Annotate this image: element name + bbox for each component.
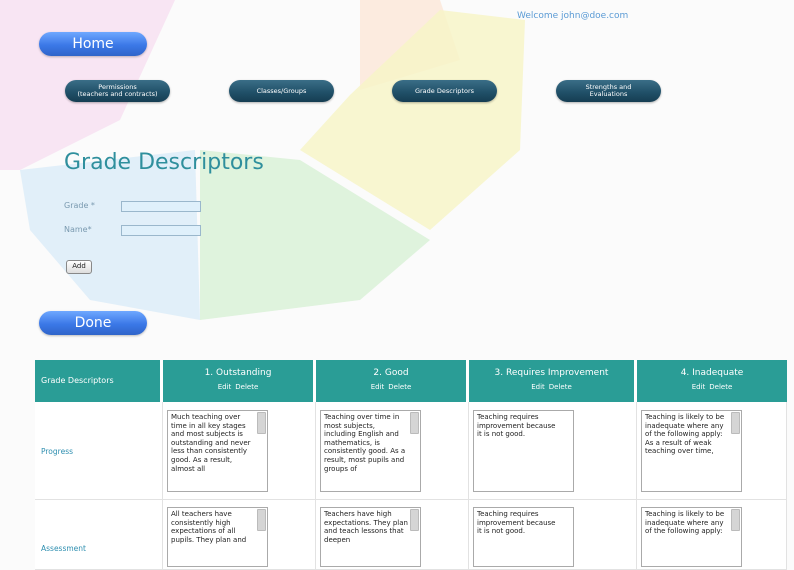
row-label: Progress	[41, 447, 74, 456]
descriptor-textarea[interactable]: All teachers have consistently high expe…	[167, 507, 268, 567]
descriptor-text: Teaching over time in most subjects, inc…	[324, 413, 406, 473]
column-header: 3. Requires Improvement Edit Delete	[469, 360, 637, 402]
textarea-scrollbar[interactable]	[410, 509, 419, 531]
descriptor-text: Teachers have high expectations. They pl…	[324, 510, 408, 544]
nav-permissions-button[interactable]: Permissions (teachers and contracts)	[65, 80, 170, 102]
table-cell: Teaching is likely to be inadequate wher…	[637, 500, 787, 570]
table-cell: Teachers have high expectations. They pl…	[316, 500, 469, 570]
descriptor-textarea[interactable]: Teaching requires improvement because it…	[473, 507, 574, 567]
nav-grade-descriptors-label: Grade Descriptors	[414, 86, 475, 95]
grade-label: Grade *	[64, 201, 95, 210]
descriptor-text: Teaching is likely to be inadequate wher…	[645, 510, 725, 536]
textarea-scrollbar[interactable]	[731, 509, 740, 531]
name-input[interactable]	[121, 225, 201, 236]
edit-link[interactable]: Edit	[531, 383, 545, 391]
add-button[interactable]: Add	[66, 260, 92, 274]
descriptor-textarea[interactable]: Much teaching over time in all key stage…	[167, 410, 268, 492]
table-cell: Teaching requires improvement because it…	[469, 402, 637, 500]
textarea-scrollbar[interactable]	[410, 412, 419, 434]
textarea-scrollbar[interactable]	[257, 509, 266, 531]
nav-grade-descriptors-button[interactable]: Grade Descriptors	[392, 80, 497, 102]
descriptor-textarea[interactable]: Teachers have high expectations. They pl…	[320, 507, 421, 567]
column-header: 1. Outstanding Edit Delete	[163, 360, 316, 402]
descriptor-text: Teaching requires improvement because it…	[477, 510, 556, 536]
edit-link[interactable]: Edit	[218, 383, 232, 391]
nav-classes-button[interactable]: Classes/Groups	[229, 80, 334, 102]
nav-strengths-label: Strengths and Evaluations	[585, 83, 632, 98]
table-corner-label: Grade Descriptors	[41, 376, 114, 385]
descriptor-textarea[interactable]: Teaching requires improvement because it…	[473, 410, 574, 492]
delete-link[interactable]: Delete	[235, 383, 258, 391]
grade-input[interactable]	[121, 201, 201, 212]
textarea-scrollbar[interactable]	[257, 412, 266, 434]
descriptor-textarea[interactable]: Teaching is likely to be inadequate wher…	[641, 410, 742, 492]
delete-link[interactable]: Delete	[709, 383, 732, 391]
table-cell: Teaching over time in most subjects, inc…	[316, 402, 469, 500]
descriptor-textarea[interactable]: Teaching is likely to be inadequate wher…	[641, 507, 742, 567]
done-button[interactable]: Done	[39, 311, 147, 335]
delete-link[interactable]: Delete	[388, 383, 411, 391]
column-title: 2. Good	[373, 368, 409, 378]
page-title: Grade Descriptors	[64, 150, 264, 175]
name-label: Name*	[64, 225, 92, 234]
delete-link[interactable]: Delete	[549, 383, 572, 391]
descriptor-text: Much teaching over time in all key stage…	[171, 413, 251, 473]
table-cell: Much teaching over time in all key stage…	[163, 402, 316, 500]
edit-link[interactable]: Edit	[692, 383, 706, 391]
column-title: 4. Inadequate	[680, 368, 744, 378]
table-cell: Teaching is likely to be inadequate wher…	[637, 402, 787, 500]
descriptor-text: Teaching requires improvement because it…	[477, 413, 556, 439]
table-row: Assessment	[35, 500, 163, 570]
table-row: Progress	[35, 402, 163, 500]
nav-strengths-button[interactable]: Strengths and Evaluations	[556, 80, 661, 102]
row-label: Assessment	[41, 544, 86, 553]
nav-classes-label: Classes/Groups	[256, 86, 307, 95]
column-title: 3. Requires Improvement	[494, 368, 609, 378]
table-cell: Teaching requires improvement because it…	[469, 500, 637, 570]
home-button[interactable]: Home	[39, 32, 147, 56]
descriptor-text: Teaching is likely to be inadequate wher…	[645, 413, 725, 456]
table-corner-header: Grade Descriptors	[35, 360, 163, 402]
table-cell: All teachers have consistently high expe…	[163, 500, 316, 570]
column-title: 1. Outstanding	[204, 368, 272, 378]
edit-link[interactable]: Edit	[371, 383, 385, 391]
descriptor-text: All teachers have consistently high expe…	[171, 510, 247, 544]
column-header: 2. Good Edit Delete	[316, 360, 469, 402]
welcome-text: Welcome john@doe.com	[517, 11, 629, 21]
textarea-scrollbar[interactable]	[731, 412, 740, 434]
descriptor-textarea[interactable]: Teaching over time in most subjects, inc…	[320, 410, 421, 492]
column-header: 4. Inadequate Edit Delete	[637, 360, 787, 402]
nav-permissions-label: Permissions (teachers and contracts)	[77, 83, 158, 98]
